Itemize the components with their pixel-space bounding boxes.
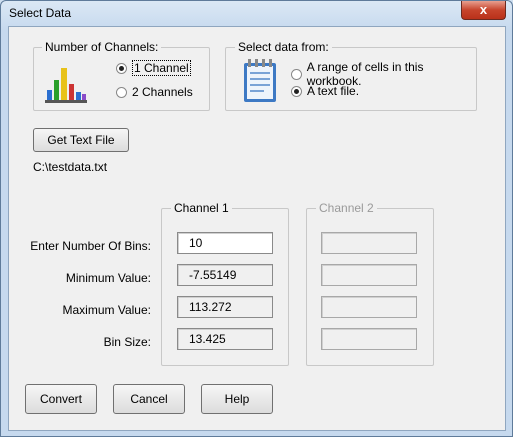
channel2-max-value	[321, 296, 417, 318]
channel1-label: Channel 1	[171, 201, 232, 215]
channel1-min-value: -7.55149	[177, 264, 273, 286]
get-text-file-button[interactable]: Get Text File	[33, 128, 129, 152]
radio-button[interactable]	[116, 62, 127, 74]
radio-text-file[interactable]: A text file.	[291, 84, 359, 98]
channel2-label: Channel 2	[316, 201, 377, 215]
window-title: Select Data	[9, 6, 72, 20]
source-group: Select data from: A range of cells in th…	[225, 40, 477, 111]
cancel-button[interactable]: Cancel	[113, 384, 185, 414]
bar-chart-icon	[45, 68, 87, 103]
channels-group: Number of Channels: 1 Channel 2 Channels	[33, 40, 210, 111]
channel1-bins-input[interactable]: 10	[177, 232, 273, 254]
channel1-max-value: 113.272	[177, 296, 273, 318]
radio-label: 1 Channel	[132, 60, 191, 76]
channels-group-label: Number of Channels:	[42, 40, 162, 54]
select-data-dialog: Select Data x Number of Channels: 1 Chan…	[0, 0, 513, 437]
help-button[interactable]: Help	[201, 384, 273, 414]
radio-button[interactable]	[116, 86, 127, 98]
radio-button[interactable]	[291, 85, 302, 97]
max-value-label: Maximum Value:	[62, 303, 151, 317]
radio-button[interactable]	[291, 68, 302, 80]
source-group-label: Select data from:	[235, 40, 332, 54]
bins-label: Enter Number Of Bins:	[30, 239, 151, 253]
convert-button[interactable]: Convert	[25, 384, 97, 414]
title-bar[interactable]: Select Data x	[1, 1, 512, 25]
channel2-bin-size	[321, 328, 417, 350]
min-value-label: Minimum Value:	[65, 271, 151, 285]
channel1-bin-size: 13.425	[177, 328, 273, 350]
radio-label: 2 Channels	[132, 85, 193, 99]
radio-1-channel[interactable]: 1 Channel	[116, 60, 191, 76]
radio-label: A text file.	[307, 84, 360, 98]
close-button[interactable]: x	[461, 1, 506, 20]
notepad-icon	[244, 59, 276, 102]
dialog-body: Number of Channels: 1 Channel 2 Channels	[8, 26, 506, 431]
channel2-min-value	[321, 264, 417, 286]
file-path-label: C:\testdata.txt	[33, 160, 108, 174]
radio-2-channels[interactable]: 2 Channels	[116, 85, 193, 99]
bin-size-label: Bin Size:	[103, 335, 151, 349]
channel2-bins-input	[321, 232, 417, 254]
